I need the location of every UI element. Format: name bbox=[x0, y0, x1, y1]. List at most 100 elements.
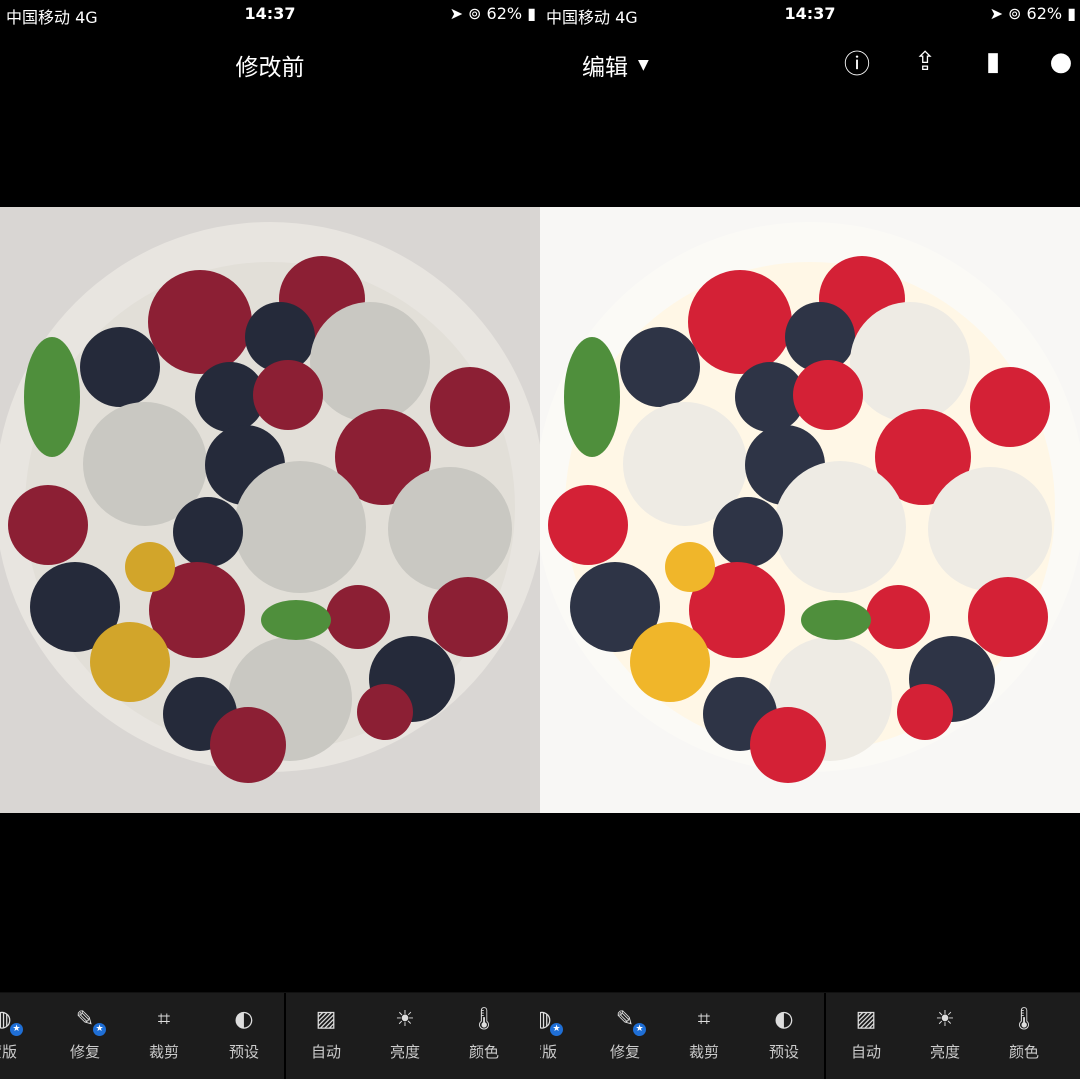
premium-badge-icon: ★ bbox=[633, 1023, 646, 1036]
tool-color[interactable]: 🌡 颜色 bbox=[444, 993, 524, 1079]
tool-mask[interactable]: ◍蒙版★ bbox=[0, 993, 42, 1079]
fruit bbox=[210, 707, 286, 783]
fruit bbox=[90, 622, 170, 702]
fruit bbox=[80, 327, 160, 407]
auto-icon: ▨ bbox=[855, 1007, 877, 1032]
brightness-icon: ☀ bbox=[935, 1007, 955, 1032]
mint-leaf bbox=[801, 600, 871, 640]
edit-toolbar: ◍蒙版★✎修复★⌗裁剪◐预设▨自动☀亮度🌡颜色 bbox=[540, 992, 1080, 1079]
tool-brightness[interactable]: ☀ 亮度 bbox=[365, 993, 445, 1079]
tool-label: 颜色 bbox=[1008, 1043, 1039, 1061]
premium-badge-icon: ★ bbox=[550, 1023, 563, 1036]
fruit bbox=[234, 461, 366, 593]
tool-presets[interactable]: ◐ 预设 bbox=[744, 993, 824, 1079]
fruit bbox=[630, 622, 710, 702]
tool-crop[interactable]: ⌗ 裁剪 bbox=[664, 993, 744, 1079]
status-bar: 中国移动 4G 14:37 ➤ ⊚ 62% ▮ bbox=[0, 4, 540, 27]
tool-heal[interactable]: ✎ 修复 ★ bbox=[585, 993, 665, 1079]
toolbar-divider bbox=[824, 993, 826, 1079]
fruit bbox=[388, 467, 512, 591]
premium-badge-icon: ★ bbox=[93, 1023, 106, 1036]
fruit bbox=[173, 497, 243, 567]
auto-icon: ▨ bbox=[315, 1007, 337, 1032]
share-icon[interactable]: ⇪ bbox=[906, 44, 944, 80]
fruit bbox=[548, 485, 628, 565]
fruit bbox=[357, 684, 413, 740]
heal-icon: ✎ bbox=[615, 1007, 635, 1032]
tool-label: 修复 bbox=[69, 1043, 100, 1061]
color-icon: 🌡 bbox=[1010, 1007, 1038, 1032]
tool-label: 自动 bbox=[850, 1043, 881, 1061]
tool-label: 颜色 bbox=[468, 1043, 499, 1061]
tool-label: 裁剪 bbox=[688, 1043, 719, 1061]
tool-label: 修复 bbox=[609, 1043, 640, 1061]
fruit bbox=[428, 577, 508, 657]
more-icon[interactable]: ● bbox=[1042, 44, 1080, 80]
heal-icon: ✎ bbox=[75, 1007, 95, 1032]
mint-leaf bbox=[564, 337, 620, 457]
tool-heal[interactable]: ✎ 修复 ★ bbox=[45, 993, 125, 1079]
crop-icon: ⌗ bbox=[157, 1007, 171, 1032]
fruit bbox=[620, 327, 700, 407]
premium-badge-icon: ★ bbox=[10, 1023, 23, 1036]
tool-crop[interactable]: ⌗ 裁剪 bbox=[124, 993, 204, 1079]
presets-icon: ◐ bbox=[234, 1007, 254, 1032]
tool-label: 亮度 bbox=[389, 1043, 420, 1061]
tool-color[interactable]: 🌡 颜色 bbox=[984, 993, 1064, 1079]
tool-auto[interactable]: ▨ 自动 bbox=[286, 993, 366, 1079]
presets-icon: ◐ bbox=[774, 1007, 794, 1032]
tool-label: 亮度 bbox=[929, 1043, 960, 1061]
battery-percent: 62% bbox=[1026, 4, 1063, 23]
fruit bbox=[148, 270, 252, 374]
fruit bbox=[713, 497, 783, 567]
caret-down-icon: ▼ bbox=[638, 57, 649, 73]
fruit bbox=[928, 467, 1052, 591]
before-panel: 中国移动 4G 14:37 ➤ ⊚ 62% ▮ 修改前 ◍蒙版★✎修复★⌗裁剪◐… bbox=[0, 0, 540, 1079]
fruit bbox=[430, 367, 510, 447]
tool-auto[interactable]: ▨ 自动 bbox=[826, 993, 906, 1079]
battery: ➤ ⊚ 62% ▮ bbox=[449, 4, 536, 23]
fruit bbox=[793, 360, 863, 430]
fruit bbox=[750, 707, 826, 783]
tool-presets[interactable]: ◐ 预设 bbox=[204, 993, 284, 1079]
mint-leaf bbox=[24, 337, 80, 457]
fruit bbox=[897, 684, 953, 740]
tool-label: 自动 bbox=[310, 1043, 341, 1061]
tool-label: 蒙版 bbox=[540, 1043, 557, 1061]
battery-percent: 62% bbox=[486, 4, 523, 23]
tool-label: 裁剪 bbox=[148, 1043, 179, 1061]
photo-before bbox=[0, 207, 540, 813]
crop-icon: ⌗ bbox=[697, 1007, 711, 1032]
tool-label: 预设 bbox=[768, 1043, 799, 1061]
mint-leaf bbox=[261, 600, 331, 640]
fruit bbox=[125, 542, 175, 592]
edit-toolbar: ◍蒙版★✎修复★⌗裁剪◐预设▨自动☀亮度🌡颜色 bbox=[0, 992, 540, 1079]
toolbar-divider bbox=[284, 993, 286, 1079]
fruit bbox=[310, 302, 430, 422]
status-bar: 中国移动 4G 14:37 ➤ ⊚ 62% ▮ bbox=[540, 4, 1080, 27]
fruit bbox=[688, 270, 792, 374]
fruit bbox=[850, 302, 970, 422]
help-icon[interactable]: ⓘ bbox=[838, 44, 876, 80]
brightness-icon: ☀ bbox=[395, 1007, 415, 1032]
tool-label: 蒙版 bbox=[0, 1043, 17, 1061]
photo-after bbox=[540, 207, 1080, 813]
fruit bbox=[8, 485, 88, 565]
edit-mode-dropdown[interactable]: 编辑 ▼ bbox=[582, 48, 649, 82]
fruit bbox=[326, 585, 390, 649]
fruit bbox=[970, 367, 1050, 447]
page-title: 修改前 bbox=[235, 55, 305, 81]
color-icon: 🌡 bbox=[470, 1007, 498, 1032]
fruit bbox=[665, 542, 715, 592]
edit-title: 编辑 bbox=[582, 55, 628, 81]
tool-brightness[interactable]: ☀ 亮度 bbox=[905, 993, 985, 1079]
fruit bbox=[968, 577, 1048, 657]
tool-label: 预设 bbox=[228, 1043, 259, 1061]
fruit bbox=[866, 585, 930, 649]
compare-icon[interactable]: ▮ bbox=[974, 44, 1012, 80]
fruit bbox=[774, 461, 906, 593]
after-panel: 中国移动 4G 14:37 ➤ ⊚ 62% ▮ 编辑 ▼ ⓘ ⇪ ▮ ● ◍蒙版… bbox=[540, 0, 1080, 1079]
tool-mask[interactable]: ◍蒙版★ bbox=[540, 993, 582, 1079]
battery: ➤ ⊚ 62% ▮ bbox=[989, 4, 1076, 23]
fruit bbox=[253, 360, 323, 430]
